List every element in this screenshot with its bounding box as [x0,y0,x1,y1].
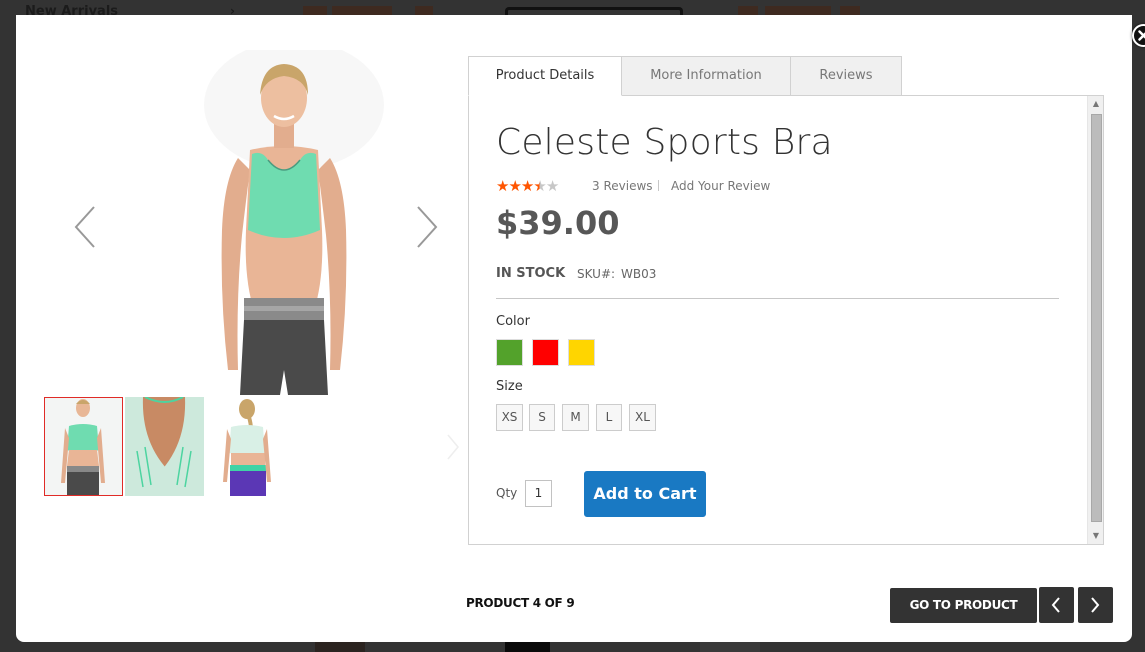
star-icon: ★ [520,177,534,195]
size-option-xs[interactable]: XS [496,404,523,431]
star-empty-icon: ★ [545,177,559,195]
thumbnail-back[interactable] [205,397,284,496]
size-option-s[interactable]: S [529,404,555,431]
scroll-down-arrow-icon[interactable]: ▼ [1088,528,1103,544]
chevron-right-icon [446,434,460,465]
add-review-link[interactable]: Add Your Review [671,179,770,193]
size-option-m[interactable]: M [562,404,589,431]
tab-product-details[interactable]: Product Details [468,56,622,96]
thumbnail-back-detail[interactable] [125,397,204,496]
main-product-image [184,40,384,395]
thumbnail-front[interactable] [44,397,123,496]
reviews-count-link[interactable]: 3 Reviews [592,179,653,193]
close-icon [1138,29,1145,45]
rating-divider [658,180,659,191]
chevron-right-icon [410,206,440,253]
background-product-image [315,642,365,652]
panel-scrollbar[interactable]: ▲ ▼ [1087,96,1103,544]
star-icon: ★ [496,177,509,195]
gallery-prev-button[interactable] [72,205,102,249]
color-swatch-red[interactable] [532,339,559,366]
add-to-cart-button[interactable]: Add to Cart [584,471,706,517]
background-product-image [505,642,550,652]
previous-product-button[interactable] [1039,587,1074,623]
size-label: Size [496,379,523,394]
color-swatch-green[interactable] [496,339,523,366]
stock-status: IN STOCK [496,266,566,281]
product-gallery [44,40,464,500]
thumbnail-next-button[interactable] [446,433,460,461]
color-swatch-yellow[interactable] [568,339,595,366]
scrollbar-thumb[interactable] [1091,114,1102,522]
rating-stars: ★★★★★ [496,177,559,195]
product-title: Celeste Sports Bra [496,122,833,163]
tab-reviews[interactable]: Reviews [790,56,902,96]
sku-label: SKU#: [577,267,616,281]
product-price: $39.00 [496,204,620,242]
star-half-icon: ★ [533,177,546,195]
gallery-next-button[interactable] [410,205,440,249]
size-option-xl[interactable]: XL [629,404,656,431]
next-product-button[interactable] [1078,587,1113,623]
color-label: Color [496,314,530,329]
qty-label: Qty [496,486,518,500]
product-counter: PRODUCT 4 OF 9 [466,596,575,610]
qty-input[interactable]: 1 [525,480,552,507]
go-to-product-button[interactable]: GO TO PRODUCT [890,588,1037,623]
chevron-left-icon [72,206,102,253]
divider [496,298,1059,299]
product-details-panel: Celeste Sports Bra ★★★★★ 3 Reviews Add Y… [468,95,1104,545]
scroll-up-arrow-icon[interactable]: ▲ [1088,96,1103,112]
thumbnail-strip [44,397,464,497]
sku-value: WB03 [621,267,657,281]
product-sku: SKU#: WB03 [577,267,656,281]
background-product-image [700,642,760,652]
size-option-l[interactable]: L [596,404,622,431]
tab-more-information[interactable]: More Information [621,56,791,96]
star-icon: ★ [508,177,521,195]
